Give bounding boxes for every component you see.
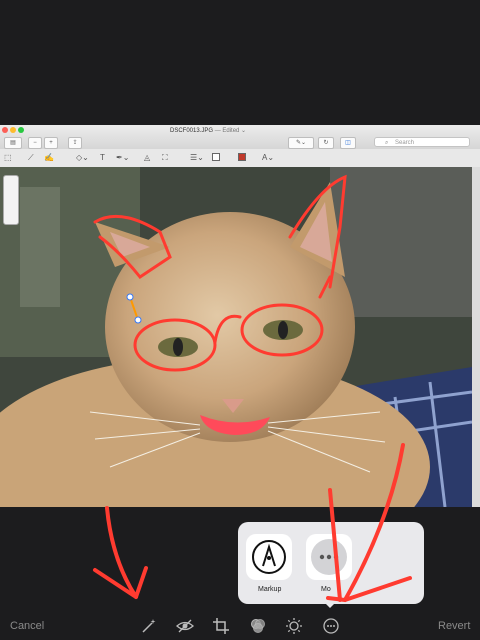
adjust-color-icon: ◬ bbox=[144, 153, 151, 162]
top-empty-area bbox=[0, 0, 480, 125]
search-icon: ⌕ bbox=[385, 140, 389, 146]
adjust-size-icon: ⛶ bbox=[162, 153, 168, 162]
sketch-tool-icon: ✍ bbox=[44, 153, 54, 162]
text-style-icon: A⌄ bbox=[262, 153, 275, 162]
window-titlebar: DSCF0013.JPG — Edited ⌄ ▤ − + ⇪ ✎⌄ ↻ ◫ ⌕… bbox=[0, 125, 480, 149]
minimize-window-icon bbox=[10, 127, 16, 133]
more-dots-icon bbox=[311, 539, 347, 575]
markup-toolbar-icon: ◫ bbox=[340, 137, 356, 149]
draw-palette bbox=[3, 175, 19, 225]
file-name: DSCF0013.JPG bbox=[170, 128, 214, 134]
sign-tool-icon: ✒⌄ bbox=[116, 153, 130, 162]
search-placeholder: Search bbox=[395, 140, 415, 146]
zoom-out-icon: − bbox=[28, 137, 42, 149]
adjust-icon[interactable] bbox=[285, 617, 303, 635]
more-extensions-button[interactable] bbox=[306, 534, 352, 580]
selection-tool-icon: ⬚ bbox=[4, 153, 12, 162]
more-extensions-label: Mo bbox=[321, 586, 331, 593]
popover-arrow bbox=[322, 600, 338, 608]
cat-photo bbox=[0, 167, 472, 507]
zoom-in-icon: + bbox=[44, 137, 58, 149]
zoom-window-icon bbox=[18, 127, 24, 133]
border-color-icon bbox=[212, 153, 220, 161]
red-eye-icon[interactable] bbox=[176, 617, 194, 635]
share-icon: ⇪ bbox=[68, 137, 82, 149]
text-tool-icon: T bbox=[100, 153, 105, 162]
edited-indicator: — Edited ⌄ bbox=[214, 128, 247, 134]
window-title: DSCF0013.JPG — Edited ⌄ bbox=[170, 127, 246, 134]
search-field: ⌕ Search bbox=[374, 137, 470, 147]
fill-color-icon bbox=[238, 153, 246, 161]
revert-button[interactable]: Revert bbox=[438, 620, 470, 632]
instant-alpha-icon: ⟋ bbox=[28, 153, 34, 162]
preview-window: DSCF0013.JPG — Edited ⌄ ▤ − + ⇪ ✎⌄ ↻ ◫ ⌕… bbox=[0, 125, 480, 507]
magic-wand-icon[interactable] bbox=[140, 617, 158, 635]
cancel-button[interactable]: Cancel bbox=[10, 620, 44, 632]
pen-tool-icon: ✎⌄ bbox=[288, 137, 314, 149]
markup-extension-button[interactable] bbox=[246, 534, 292, 580]
markup-pen-icon bbox=[252, 540, 286, 574]
close-window-icon bbox=[2, 127, 8, 133]
more-icon[interactable] bbox=[322, 617, 340, 635]
markup-extension-label: Markup bbox=[258, 586, 282, 593]
line-style-icon: ☰⌄ bbox=[190, 153, 204, 162]
rotate-icon: ↻ bbox=[318, 137, 334, 149]
crop-icon[interactable] bbox=[212, 617, 230, 635]
shapes-tool-icon: ◇⌄ bbox=[76, 153, 89, 162]
sidebar-toggle-icon: ▤ bbox=[4, 137, 22, 149]
filters-icon[interactable] bbox=[249, 617, 267, 635]
scrollbar bbox=[472, 167, 480, 507]
markup-toolbar: ⬚ ⟋ ✍ ◇⌄ T ✒⌄ ◬ ⛶ ☰⌄ A⌄ bbox=[0, 149, 480, 168]
